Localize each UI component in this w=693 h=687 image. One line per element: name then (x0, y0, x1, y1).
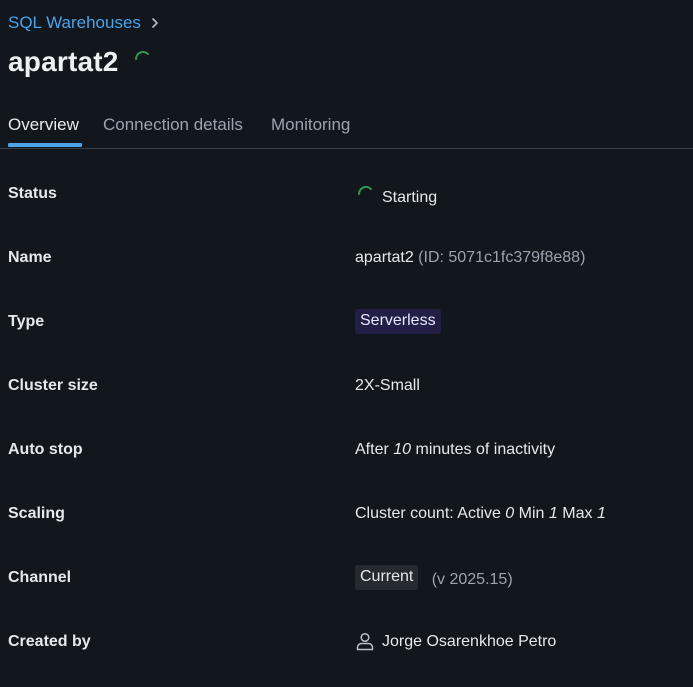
created-by-value: Jorge Osarenkhoe Petro (355, 632, 557, 651)
detail-row-auto-stop: Auto stop After 10 minutes of inactivity (0, 441, 693, 471)
scaling-value: Cluster count: Active 0 Min 1 Max 1 (355, 505, 606, 523)
scaling-max-label: Max (562, 505, 593, 522)
status-label: Status (8, 185, 57, 202)
auto-stop-minutes: 10 (393, 441, 412, 458)
detail-row-cluster-size: Cluster size 2X-Small (0, 377, 693, 407)
scaling-max-count: 1 (596, 505, 606, 522)
breadcrumb: SQL Warehouses (8, 13, 160, 33)
auto-stop-prefix: After (355, 441, 389, 458)
name-value: apartat2 (ID: 5071c1fc379f8e88) (355, 249, 585, 267)
scaling-label: Scaling (8, 505, 65, 522)
type-value: Serverless (355, 309, 441, 334)
tab-connection-details[interactable]: Connection details (103, 115, 243, 145)
scaling-min-count: 1 (548, 505, 558, 522)
spinner-icon (134, 51, 149, 60)
page-title: apartat2 (8, 46, 119, 77)
created-by-label: Created by (8, 633, 91, 650)
auto-stop-suffix: minutes of inactivity (415, 441, 556, 458)
user-icon (356, 632, 374, 650)
title-row: apartat2 (8, 46, 153, 78)
detail-row-status: Status Starting (0, 185, 693, 215)
detail-row-scaling: Scaling Cluster count: Active 0 Min 1 Ma… (0, 505, 693, 535)
detail-row-type: Type Serverless (0, 309, 693, 343)
chevron-right-icon (152, 18, 158, 28)
channel-value: Current (v 2025.15) (355, 565, 513, 590)
tab-overview[interactable]: Overview (8, 115, 79, 145)
active-tab-indicator (8, 143, 82, 147)
spinner-icon (358, 186, 372, 195)
channel-version: (v 2025.15) (431, 570, 513, 588)
scaling-min-label: Min (518, 505, 545, 522)
type-label: Type (8, 313, 45, 330)
breadcrumb-sql-warehouses-link[interactable]: SQL Warehouses (8, 13, 141, 33)
auto-stop-value: After 10 minutes of inactivity (355, 441, 555, 459)
name-label: Name (8, 249, 52, 266)
warehouse-name: apartat2 (355, 249, 414, 266)
channel-badge: Current (355, 565, 419, 590)
scaling-active-count: 0 (505, 505, 515, 522)
cluster-size-label: Cluster size (8, 377, 98, 394)
auto-stop-label: Auto stop (8, 441, 83, 458)
status-text: Starting (382, 189, 438, 206)
scaling-prefix: Cluster count: Active (355, 505, 501, 522)
channel-label: Channel (8, 569, 72, 586)
tab-bar: Overview Connection details Monitoring (0, 108, 693, 149)
tab-monitoring[interactable]: Monitoring (271, 115, 350, 145)
warehouse-id: (ID: 5071c1fc379f8e88) (418, 249, 586, 266)
serverless-badge: Serverless (355, 309, 441, 334)
cluster-size-value: 2X-Small (355, 377, 420, 394)
detail-row-name: Name apartat2 (ID: 5071c1fc379f8e88) (0, 249, 693, 279)
detail-row-created-by: Created by Jorge Osarenkhoe Petro (0, 632, 693, 663)
detail-row-channel: Channel Current (v 2025.15) (0, 565, 693, 599)
creator-name: Jorge Osarenkhoe Petro (382, 633, 557, 650)
status-value: Starting (355, 186, 438, 207)
